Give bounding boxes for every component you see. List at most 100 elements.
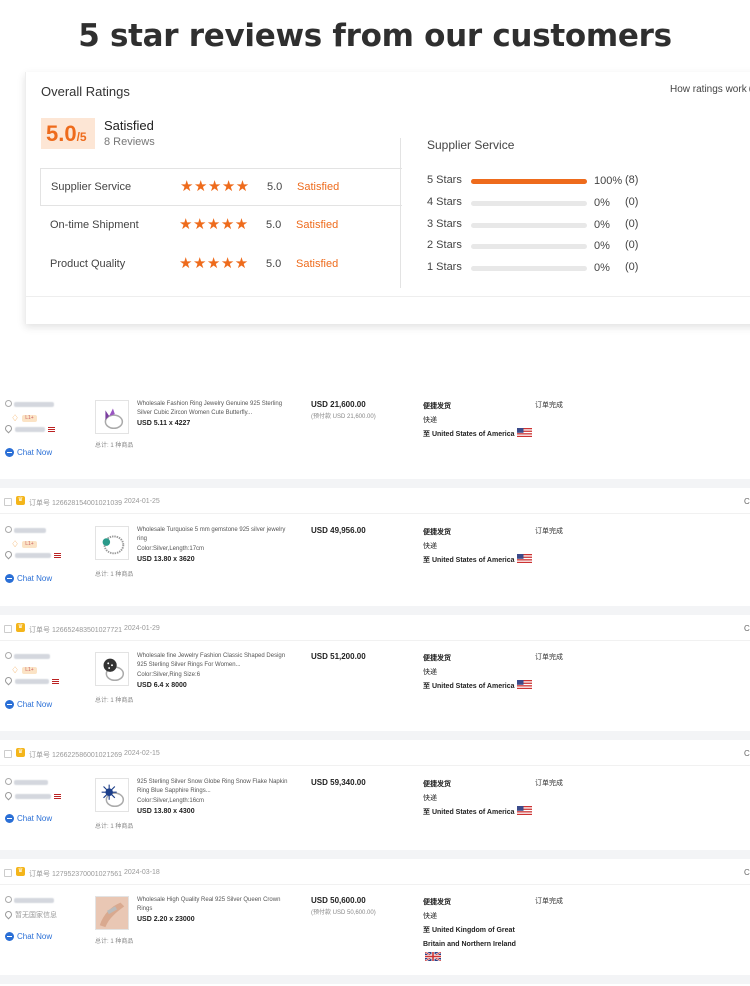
percent-label: 0% [594, 262, 610, 274]
order-checkbox[interactable] [4, 869, 12, 877]
order-number[interactable]: 订单号 127952370001027561 [29, 869, 122, 879]
chat-icon[interactable] [5, 932, 14, 941]
order-status: 订单完成 [535, 780, 563, 787]
progress-track [471, 223, 587, 228]
location-pin-icon [3, 790, 14, 801]
chat-now-button[interactable]: Chat Now [5, 814, 52, 823]
product-title[interactable]: Wholesale Turquoise 5 mm gemstone 925 si… [137, 526, 292, 544]
item-total: 总计: 1 种商品 [95, 572, 134, 578]
edge-cut-text: Cl [744, 749, 750, 758]
location-pin-icon [3, 549, 14, 560]
product-variant: Color:Silver,Length:16cm [137, 798, 205, 804]
product-thumbnail[interactable] [95, 400, 129, 434]
item-total: 总计: 1 种商品 [95, 443, 134, 449]
order-checkbox[interactable] [4, 625, 12, 633]
unit-price: USD 2.20 x 23000 [137, 916, 195, 923]
count-label: (0) [625, 218, 639, 230]
buyer-level-badge: ♢ L1+ [11, 414, 39, 423]
star-breakdown-row: 5 Stars 100% (8) [427, 173, 750, 189]
buyer-location [3, 423, 55, 434]
diamond-icon: ♢ [11, 413, 20, 423]
product-thumbnail[interactable] [95, 896, 129, 930]
blurred-country [15, 426, 45, 432]
buyer-name [5, 652, 50, 660]
rating-row-product-quality[interactable]: Product Quality ★★★★★ 5.0 Satisfied [40, 246, 402, 284]
person-icon [5, 526, 12, 533]
item-total: 总计: 1 种商品 [95, 698, 134, 704]
unit-price: USD 5.11 x 4227 [137, 420, 191, 427]
order-amount: USD 51,200.00 [311, 652, 366, 661]
buyer-name [5, 400, 54, 408]
order-header: ♛ 订单号 1266281540010210392024-01-25 Cl [0, 490, 750, 514]
product-title[interactable]: Wholesale fine Jewelry Fashion Classic S… [137, 652, 292, 670]
order-status: 订单完成 [535, 528, 563, 535]
buyer-name [5, 896, 54, 904]
unit-price: USD 6.4 x 8000 [137, 682, 187, 689]
order-number[interactable]: 订单号 126622586001021269 [29, 750, 122, 760]
buyer-location: 暂无国家信息 [3, 909, 57, 920]
order-checkbox[interactable] [4, 750, 12, 758]
count-label: (0) [625, 196, 639, 208]
order-amount: USD 59,340.00 [311, 778, 366, 787]
chat-now-button[interactable]: Chat Now [5, 700, 52, 709]
person-icon [5, 778, 12, 785]
flag-icon [54, 552, 61, 558]
overall-ratings-title: Overall Ratings [41, 84, 130, 99]
progress-track [471, 201, 587, 206]
product-thumbnail[interactable] [95, 778, 129, 812]
ratings-card: Overall Ratings How ratings work? 5.0/5 … [25, 72, 750, 324]
star-level-label: 5 Stars [427, 174, 462, 186]
chat-now-button[interactable]: Chat Now [5, 448, 52, 457]
order-separator [0, 606, 750, 615]
shipping-info: 便捷发货 快递至 United Kingdom of Great Britain … [423, 896, 533, 966]
item-total: 总计: 1 种商品 [95, 939, 134, 945]
order-separator [0, 850, 750, 859]
chat-now-button[interactable]: Chat Now [5, 574, 52, 583]
product-title[interactable]: 925 Sterling Silver Snow Globe Ring Snow… [137, 778, 292, 796]
flag-icon [48, 426, 55, 432]
product-title[interactable]: Wholesale Fashion Ring Jewelry Genuine 9… [137, 400, 292, 418]
chat-now-button[interactable]: Chat Now [5, 932, 52, 941]
order-number[interactable]: 订单号 126628154001021039 [29, 498, 122, 508]
order-checkbox[interactable] [4, 498, 12, 506]
order-status: 订单完成 [535, 898, 563, 905]
progress-fill [471, 179, 587, 184]
order-amount: USD 49,956.00 [311, 526, 366, 535]
stars-icon: ★★★★★ [179, 255, 249, 272]
product-thumbnail[interactable] [95, 652, 129, 686]
order-date: 2024-03-18 [124, 869, 160, 876]
buyer-location [3, 790, 61, 801]
order-amount: USD 21,600.00 [311, 400, 366, 409]
crown-icon: ♛ [16, 867, 25, 876]
buyer-name [5, 526, 46, 534]
page-headline: 5 star reviews from our customers [78, 18, 672, 54]
chat-icon[interactable] [5, 448, 14, 457]
blurred-country [15, 793, 51, 799]
product-variant: Color:Silver,Ring Size:6 [137, 672, 201, 678]
shipping-info: 便捷发货 快递至 United States of America [423, 526, 533, 568]
person-icon [5, 896, 12, 903]
star-level-label: 2 Stars [427, 239, 462, 251]
percent-label: 100% [594, 175, 623, 187]
blurred-country [15, 678, 49, 684]
prepaid-amount: (预付款 USD 50,600.00) [311, 910, 376, 916]
star-breakdown-row: 3 Stars 0% (0) [427, 217, 750, 233]
rating-row-supplier-service[interactable]: Supplier Service ★★★★★ 5.0 Satisfied [40, 168, 402, 206]
order-separator [0, 975, 750, 984]
rating-row-on-time-shipment[interactable]: On-time Shipment ★★★★★ 5.0 Satisfied [40, 207, 402, 245]
us-flag-icon [516, 428, 532, 437]
product-thumbnail[interactable] [95, 526, 129, 560]
chat-icon[interactable] [5, 814, 14, 823]
diamond-icon: ♢ [11, 665, 20, 675]
order-header: ♛ 订单号 1279523700010275612024-03-18 Cl [0, 861, 750, 885]
chat-icon[interactable] [5, 574, 14, 583]
order-number[interactable]: 订单号 126652483501027721 [29, 625, 122, 635]
order-date: 2024-02-15 [124, 750, 160, 757]
item-total: 总计: 1 种商品 [95, 824, 134, 830]
us-flag-icon [516, 806, 532, 815]
chat-icon[interactable] [5, 700, 14, 709]
how-ratings-work-link[interactable]: How ratings work? [670, 84, 750, 95]
product-variant: Color:Silver,Length:17cm [137, 546, 205, 552]
location-pin-icon [3, 909, 14, 920]
product-title[interactable]: Wholesale High Quality Real 925 Silver Q… [137, 896, 292, 914]
